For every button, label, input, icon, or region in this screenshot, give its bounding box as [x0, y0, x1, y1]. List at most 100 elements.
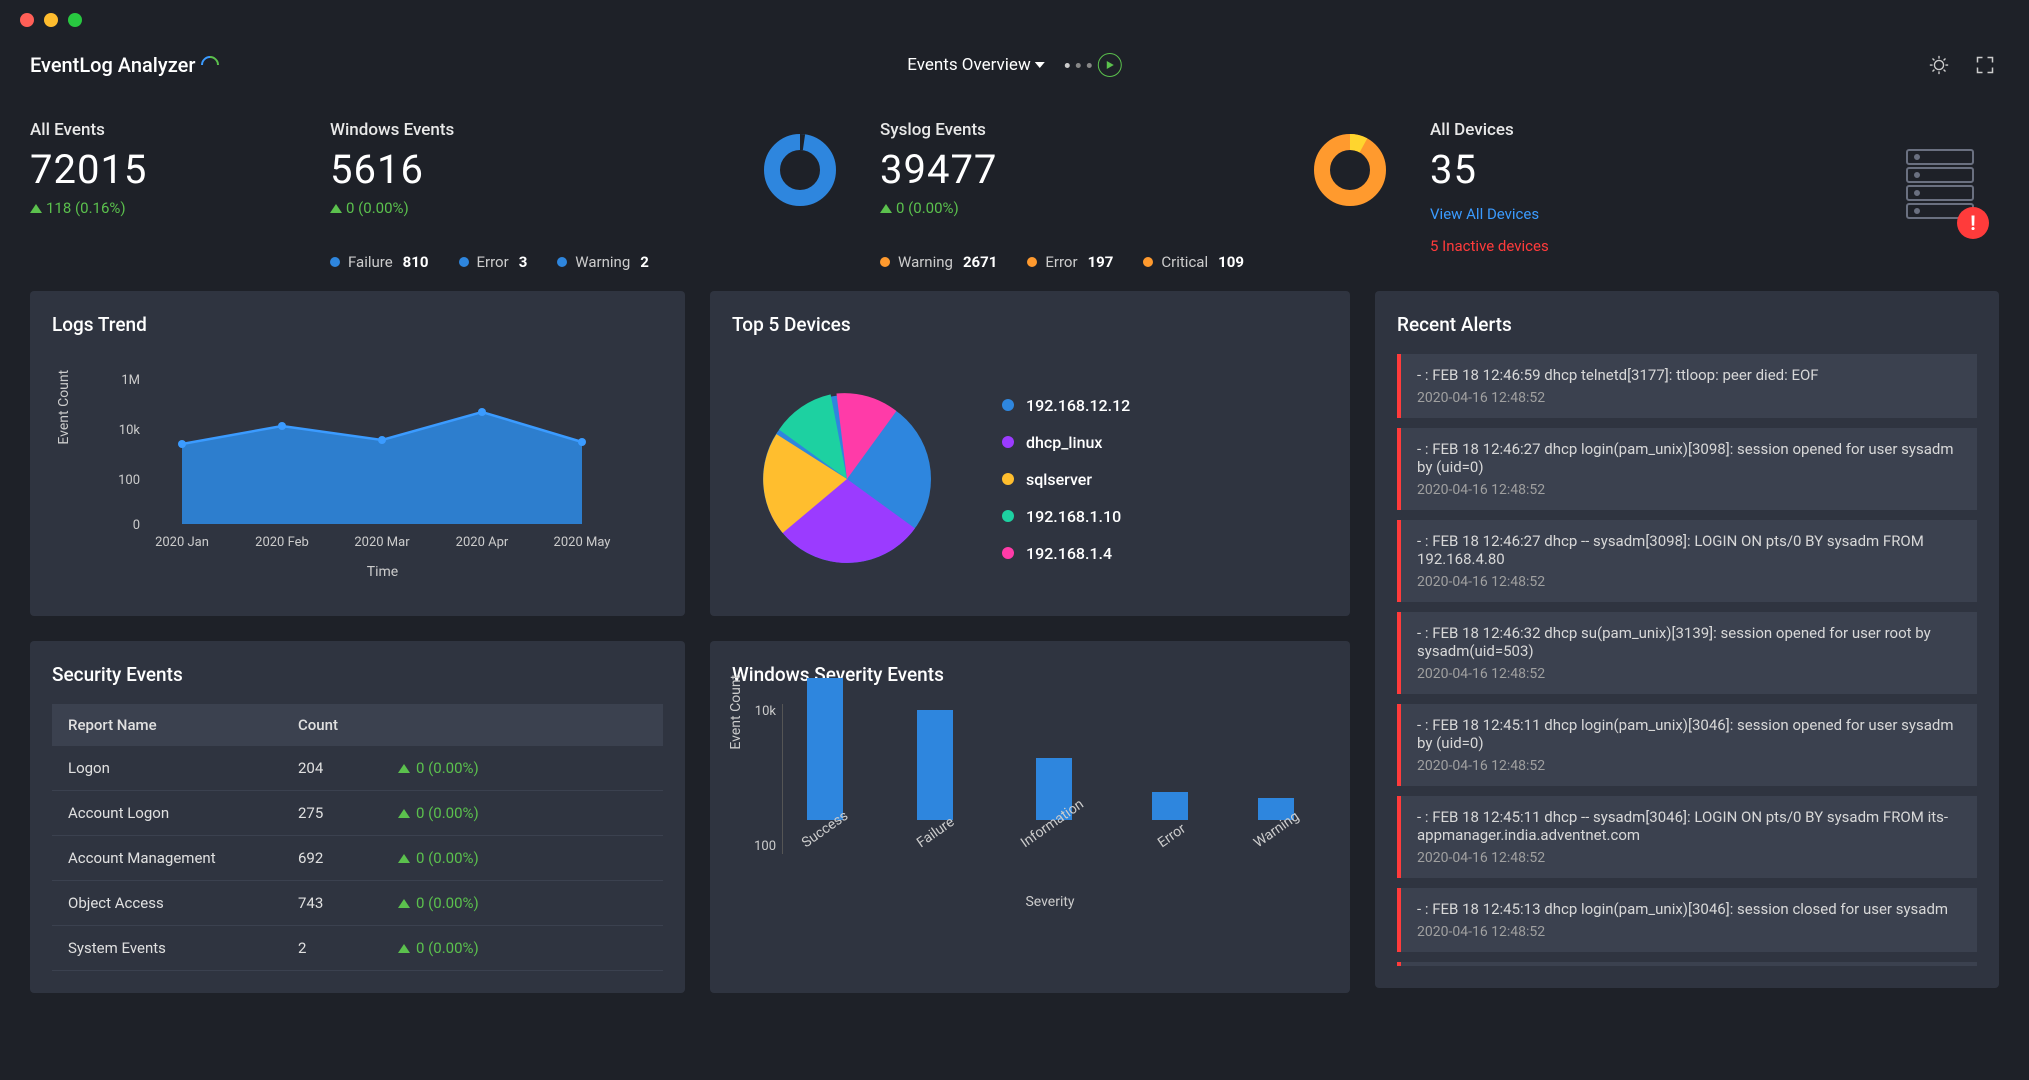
alert-item[interactable]: - : FEB 18 12:46:32 dhcp su(pam_unix)[31… [1397, 612, 1977, 694]
delta-up-icon [398, 899, 410, 908]
stat-delta: 118 (0.16%) [30, 199, 320, 217]
table-row[interactable]: Logon 204 0 (0.00%) [52, 746, 663, 791]
dropdown-label: Events Overview [907, 55, 1030, 75]
legend-item[interactable]: 192.168.1.10 [1002, 507, 1130, 526]
report-delta: 0 (0.00%) [398, 894, 647, 912]
legend-item[interactable]: Error 197 [1027, 253, 1113, 271]
legend-dot-icon [459, 257, 469, 267]
legend-item[interactable]: sqlserver [1002, 470, 1130, 489]
logs-trend-chart[interactable]: Event Count 1M 10k 100 0 2020 Jan 2020 F… [52, 354, 663, 594]
table-header: Report Name Count [52, 704, 663, 746]
legend-dot-icon [1143, 257, 1153, 267]
legend-item[interactable]: Failure 810 [330, 253, 429, 271]
theme-toggle-button[interactable] [1925, 51, 1953, 79]
stat-label: All Events [30, 120, 320, 140]
alerts-list[interactable]: - : FEB 18 12:46:59 dhcp telnetd[3177]: … [1397, 354, 1977, 966]
x-axis-label: Severity [782, 894, 1318, 910]
alert-item[interactable]: - : FEB 18 12:45:11 dhcp -- sysadm[3046]… [1397, 796, 1977, 878]
legend-dot-icon [330, 257, 340, 267]
top-devices-card: Top 5 Devices 192.168.12.12 dhcp_linux s… [710, 291, 1350, 616]
slide-dot-2[interactable] [1076, 63, 1081, 68]
stat-windows-events[interactable]: Windows Events 5616 0 (0.00%) Failure 81… [330, 120, 870, 271]
delta-up-icon [398, 809, 410, 818]
view-dropdown[interactable]: Events Overview [907, 55, 1044, 75]
alert-time: 2020-04-16 12:48:52 [1417, 666, 1961, 682]
alert-message: - : FEB 18 12:46:32 dhcp su(pam_unix)[31… [1417, 624, 1961, 660]
report-name: System Events [68, 939, 298, 957]
delta-up-icon [398, 764, 410, 773]
legend-item[interactable]: Warning 2 [557, 253, 649, 271]
svg-text:0: 0 [133, 518, 140, 533]
top-devices-pie-chart[interactable] [742, 374, 952, 584]
alert-badge-icon: ! [1957, 207, 1989, 239]
table-row[interactable]: Object Access 743 0 (0.00%) [52, 881, 663, 926]
legend-item[interactable]: dhcp_linux [1002, 433, 1130, 452]
legend-label: dhcp_linux [1026, 433, 1102, 452]
alert-item[interactable]: - : FEB 18 12:45:11 dhcp login(pam_unix)… [1397, 704, 1977, 786]
alert-time: 2020-04-16 12:48:52 [1417, 758, 1961, 774]
alert-item[interactable]: - : FEB 18 12:46:59 dhcp telnetd[3177]: … [1397, 354, 1977, 418]
alert-item[interactable]: - : FEB 18 12:45:13 dhcp login(pam_unix)… [1397, 888, 1977, 952]
svg-text:10k: 10k [119, 423, 141, 438]
alert-time: 2020-04-16 12:48:52 [1417, 574, 1961, 590]
alert-message: - : FEB 18 12:45:11 dhcp -- sysadm[3046]… [1417, 808, 1961, 844]
severity-bar-chart[interactable]: Event Count 10k100 Success Failure Infor… [732, 704, 1328, 904]
delta-up-icon [398, 854, 410, 863]
legend-item[interactable]: Warning 2671 [880, 253, 997, 271]
report-name: Object Access [68, 894, 298, 912]
alert-item[interactable]: - : FEB 18 12:41:59 dhcp telnetd[3019]: … [1397, 962, 1977, 966]
table-row[interactable]: Account Management 692 0 (0.00%) [52, 836, 663, 881]
legend-item[interactable]: 192.168.1.4 [1002, 544, 1130, 563]
stat-syslog-events[interactable]: Syslog Events 39477 0 (0.00%) Warning 26… [880, 120, 1420, 271]
report-count: 692 [298, 849, 398, 867]
fullscreen-button[interactable] [1971, 51, 1999, 79]
legend-row: Warning 2671 Error 197 Critical 109 [880, 253, 1420, 271]
delta-up-icon [398, 944, 410, 953]
stats-row: All Events 72015 118 (0.16%) Windows Eve… [0, 90, 2029, 291]
legend-row: Failure 810 Error 3 Warning 2 [330, 253, 870, 271]
alert-message: - : FEB 18 12:46:27 dhcp -- sysadm[3098]… [1417, 532, 1961, 568]
report-delta: 0 (0.00%) [398, 759, 647, 777]
report-delta: 0 (0.00%) [398, 939, 647, 957]
svg-text:100: 100 [118, 473, 140, 488]
legend-item[interactable]: Error 3 [459, 253, 528, 271]
alert-time: 2020-04-16 12:48:52 [1417, 850, 1961, 866]
legend-item[interactable]: 192.168.12.12 [1002, 396, 1130, 415]
svg-text:2020 Mar: 2020 Mar [354, 535, 410, 550]
delta-up-icon [330, 204, 342, 213]
x-axis-label: Time [102, 564, 663, 580]
logo-arc-icon [198, 52, 223, 77]
y-axis-label: Event Count [56, 370, 72, 445]
inactive-devices-text: 5 Inactive devices [1430, 237, 1999, 255]
windows-donut-chart [760, 130, 840, 210]
alert-item[interactable]: - : FEB 18 12:46:27 dhcp -- sysadm[3098]… [1397, 520, 1977, 602]
theme-icon [1928, 54, 1950, 76]
alert-time: 2020-04-16 12:48:52 [1417, 924, 1961, 940]
alert-time: 2020-04-16 12:48:52 [1417, 390, 1961, 406]
col-header: Report Name [68, 716, 298, 734]
windows-severity-card: Windows Severity Events Event Count 10k1… [710, 641, 1350, 993]
alert-time: 2020-04-16 12:48:52 [1417, 482, 1961, 498]
legend-label: 192.168.12.12 [1026, 396, 1130, 415]
report-name: Account Logon [68, 804, 298, 822]
table-row[interactable]: Account Logon 275 0 (0.00%) [52, 791, 663, 836]
card-title: Security Events [52, 663, 663, 686]
minimize-window-button[interactable] [44, 13, 58, 27]
slideshow-control[interactable] [1065, 53, 1122, 77]
svg-text:1M: 1M [121, 373, 140, 388]
table-row[interactable]: System Events 2 0 (0.00%) [52, 926, 663, 971]
maximize-window-button[interactable] [68, 13, 82, 27]
close-window-button[interactable] [20, 13, 34, 27]
slide-dot-3[interactable] [1087, 63, 1092, 68]
svg-text:2020 Feb: 2020 Feb [255, 535, 309, 550]
delta-up-icon [30, 204, 42, 213]
recent-alerts-card: Recent Alerts - : FEB 18 12:46:59 dhcp t… [1375, 291, 1999, 988]
legend-item[interactable]: Critical 109 [1143, 253, 1244, 271]
legend-dot-icon [1002, 436, 1014, 448]
play-button[interactable] [1098, 53, 1122, 77]
report-count: 743 [298, 894, 398, 912]
alert-item[interactable]: - : FEB 18 12:46:27 dhcp login(pam_unix)… [1397, 428, 1977, 510]
alert-message: - : FEB 18 12:46:27 dhcp login(pam_unix)… [1417, 440, 1961, 476]
stat-all-events[interactable]: All Events 72015 118 (0.16%) [30, 120, 320, 271]
slide-dot-1[interactable] [1065, 63, 1070, 68]
